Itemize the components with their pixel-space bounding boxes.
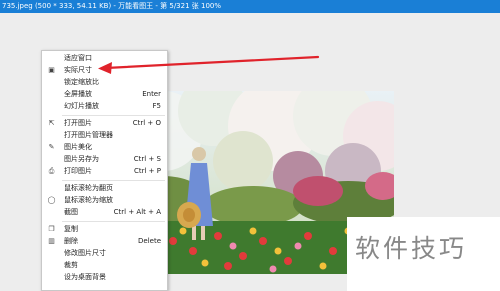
annotation-arrow	[98, 55, 320, 74]
